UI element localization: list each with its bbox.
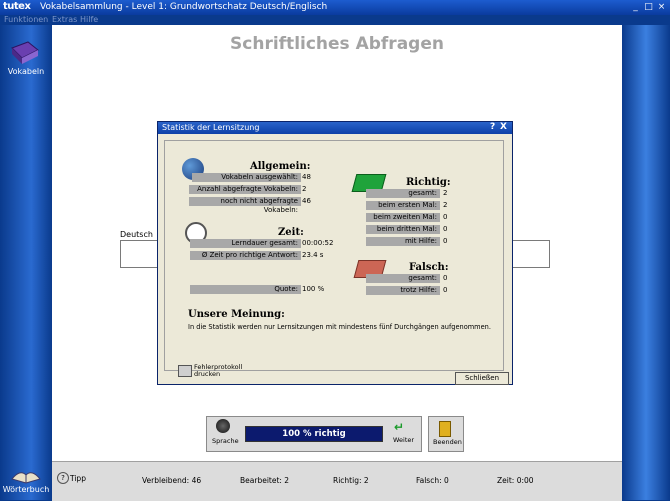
field-value: 0 bbox=[443, 213, 448, 221]
menu-hilfe[interactable]: Hilfe bbox=[80, 15, 98, 24]
progress-bar: 100 % richtig bbox=[245, 426, 383, 442]
beenden-label: Beenden bbox=[433, 438, 462, 446]
field-value: 2 bbox=[443, 189, 448, 197]
field-label: Anzahl abgefragte Vokabeln: bbox=[189, 185, 301, 194]
dialog-close-button[interactable]: X bbox=[500, 122, 507, 132]
field-value: 0 bbox=[443, 286, 448, 294]
tipp-bulb-icon[interactable]: ? bbox=[57, 472, 69, 484]
print-button[interactable]: Fehlerprotokoll drucken bbox=[194, 364, 242, 378]
speaker-icon[interactable] bbox=[216, 419, 230, 433]
statistik-dialog: Statistik der Lernsitzung ? X Allgemein:… bbox=[157, 121, 513, 385]
allgemein-heading: Allgemein: bbox=[250, 161, 311, 172]
sidebar-item-vokabeln[interactable]: Vokabeln bbox=[0, 67, 52, 76]
field-value: 00:00:52 bbox=[302, 239, 334, 247]
status-richtig: Richtig: 2 bbox=[333, 476, 369, 485]
right-sidebar bbox=[622, 25, 670, 500]
printer-icon[interactable] bbox=[178, 365, 192, 377]
print-button-line2: drucken bbox=[194, 370, 221, 378]
field-label: Lerndauer gesamt: bbox=[190, 239, 301, 248]
field-value: 23.4 s bbox=[302, 251, 324, 259]
left-sidebar bbox=[0, 25, 52, 500]
field-value: 2 bbox=[443, 201, 448, 209]
woerterbuch-book-icon[interactable] bbox=[10, 463, 42, 485]
sidebar-item-woerterbuch[interactable]: Wörterbuch bbox=[0, 485, 52, 494]
field-value: 48 bbox=[302, 173, 311, 181]
vokabeln-book-icon[interactable] bbox=[8, 40, 42, 66]
field-label: noch nicht abgefragte Vokabeln: bbox=[189, 197, 301, 214]
sprache-button[interactable]: Sprache bbox=[212, 437, 239, 445]
field-label: gesamt: bbox=[366, 189, 440, 198]
field-label: mit Hilfe: bbox=[366, 237, 440, 246]
dialog-help-button[interactable]: ? bbox=[490, 122, 495, 132]
menu-bar bbox=[0, 15, 670, 25]
maximize-button[interactable]: □ bbox=[643, 2, 654, 12]
richtig-heading: Richtig: bbox=[406, 177, 451, 188]
arrow-left-icon[interactable]: ↵ bbox=[394, 420, 404, 434]
minimize-button[interactable]: _ bbox=[630, 2, 641, 12]
status-zeit: Zeit: 0:00 bbox=[497, 476, 534, 485]
field-value: 46 bbox=[302, 197, 311, 205]
field-label: Ø Zeit pro richtige Antwort: bbox=[190, 251, 301, 260]
field-label: beim zweiten Mal: bbox=[366, 213, 440, 222]
schliessen-button[interactable]: Schließen bbox=[455, 372, 509, 385]
weiter-button[interactable]: Weiter bbox=[393, 436, 414, 444]
meinung-text: In die Statistik werden nur Lernsitzunge… bbox=[188, 323, 491, 331]
field-label: gesamt: bbox=[366, 274, 440, 283]
deutsch-label: Deutsch bbox=[120, 230, 153, 239]
window-title: Vokabelsammlung - Level 1: Grundwortscha… bbox=[40, 2, 328, 12]
status-bearbeitet: Bearbeitet: 2 bbox=[240, 476, 290, 485]
quote-label: Quote: bbox=[190, 285, 301, 294]
field-value: 2 bbox=[302, 185, 307, 193]
tipp-label[interactable]: Tipp bbox=[70, 474, 86, 483]
field-label: Vokabeln ausgewählt: bbox=[192, 173, 301, 182]
menu-funktionen[interactable]: Funktionen bbox=[4, 15, 48, 24]
page-title: Schriftliches Abfragen bbox=[230, 34, 444, 54]
app-logo: tutex bbox=[3, 1, 31, 12]
field-value: 0 bbox=[443, 274, 448, 282]
falsch-heading: Falsch: bbox=[409, 262, 449, 273]
status-verbleibend: Verbleibend: 46 bbox=[142, 476, 202, 485]
meinung-heading: Unsere Meinung: bbox=[188, 309, 285, 320]
zeit-heading: Zeit: bbox=[278, 227, 304, 238]
field-value: 0 bbox=[443, 237, 448, 245]
field-label: trotz Hilfe: bbox=[366, 286, 440, 295]
status-falsch: Falsch: 0 bbox=[416, 476, 449, 485]
field-label: beim dritten Mal: bbox=[366, 225, 440, 234]
field-value: 0 bbox=[443, 225, 448, 233]
close-window-button[interactable]: × bbox=[656, 2, 667, 12]
menu-extras[interactable]: Extras bbox=[52, 15, 77, 24]
dialog-title: Statistik der Lernsitzung bbox=[162, 123, 260, 132]
quote-value: 100 % bbox=[302, 285, 325, 293]
field-label: beim ersten Mal: bbox=[366, 201, 440, 210]
door-icon bbox=[439, 421, 451, 437]
